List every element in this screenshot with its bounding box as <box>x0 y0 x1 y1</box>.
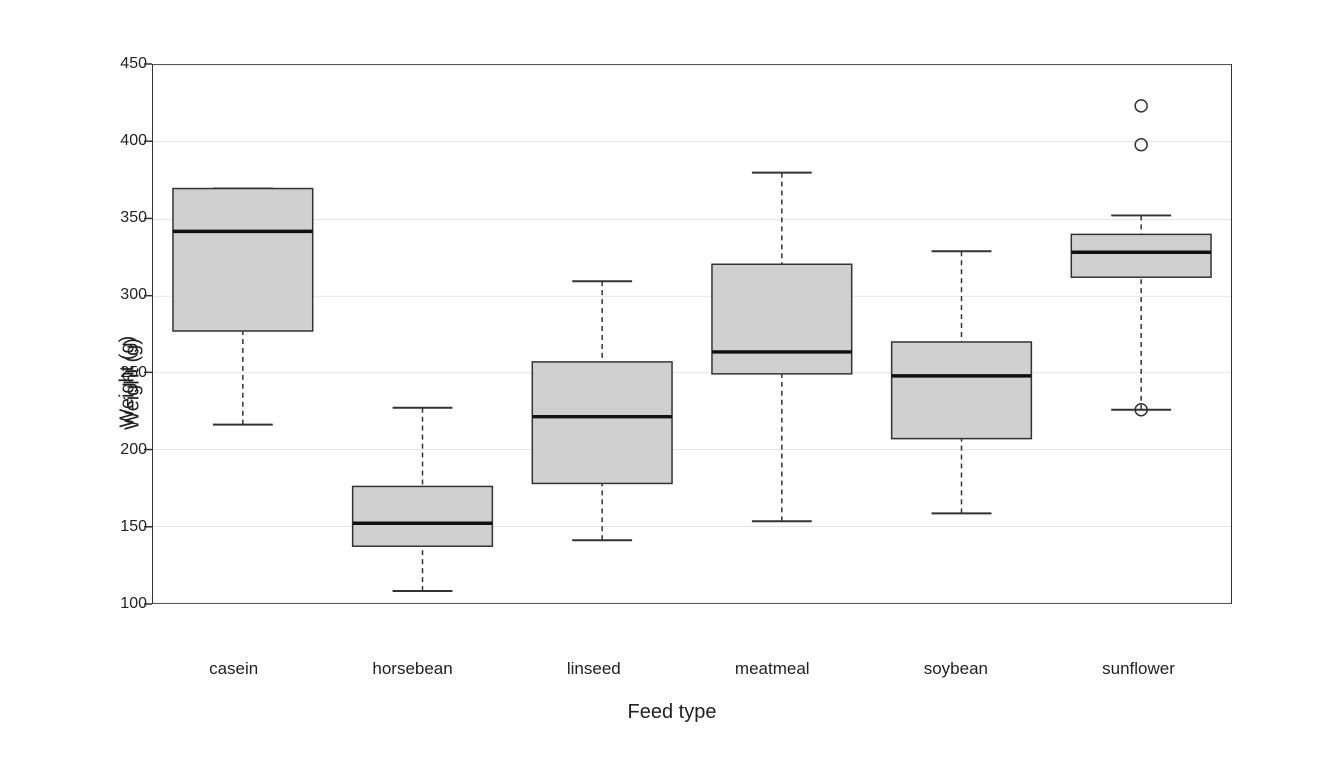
y-tick-150: 150 <box>120 518 147 536</box>
y-tick-350: 350 <box>120 209 147 227</box>
plot-overlay: 450 400 350 300 250 200 150 100 <box>152 64 1232 604</box>
y-tick-100: 100 <box>120 595 147 613</box>
chart-container: Weight (g) <box>72 34 1272 734</box>
y-axis-label: Weight (g) <box>121 338 144 430</box>
y-ticks-svg <box>144 64 152 604</box>
x-tick-sunflower: sunflower <box>1102 659 1175 679</box>
y-tick-300: 300 <box>120 286 147 304</box>
y-tick-450: 450 <box>120 55 147 73</box>
y-tick-400: 400 <box>120 132 147 150</box>
x-axis-label: Feed type <box>628 701 717 724</box>
x-tick-casein: casein <box>209 659 258 679</box>
x-tick-linseed: linseed <box>567 659 621 679</box>
y-tick-200: 200 <box>120 441 147 459</box>
x-tick-meatmeal: meatmeal <box>735 659 810 679</box>
x-tick-soybean: soybean <box>924 659 988 679</box>
x-tick-labels: casein horsebean linseed meatmeal soybea… <box>152 659 1232 679</box>
x-tick-horsebean: horsebean <box>372 659 452 679</box>
